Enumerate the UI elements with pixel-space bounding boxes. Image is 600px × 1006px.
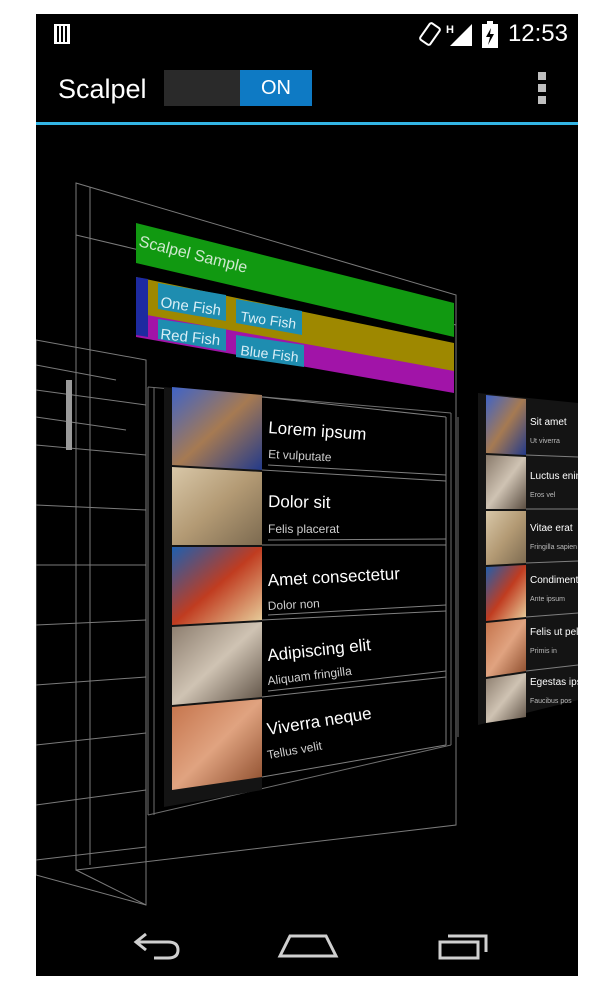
overflow-menu-icon[interactable] — [538, 72, 548, 106]
signal-icon: H — [446, 24, 472, 46]
status-icons: H — [54, 21, 498, 48]
recent-apps-button[interactable] — [424, 920, 504, 968]
list-item-title-1: Lorem ipsum — [268, 418, 367, 444]
action-bar: Scalpel ON — [36, 54, 578, 125]
svg-text:H: H — [446, 24, 454, 36]
main-list-layer: Lorem ipsum Et vulputate Dolor sit Felis… — [164, 387, 447, 807]
back-icon — [133, 932, 180, 960]
list-item-title-5: Viverra neque — [266, 704, 373, 739]
scalpel-3d-view[interactable]: Scalpel Sample One Fish Two Fish Red Fis… — [36, 125, 578, 915]
status-bar: H 12:53 — [36, 14, 578, 54]
list-item-title-2: Dolor sit — [268, 492, 331, 512]
side-item-title-6: Egestas ipsum — [530, 677, 578, 688]
battery-charging-icon — [482, 21, 498, 48]
screen-rotation-icon — [419, 22, 441, 46]
painting-thumbnail-3 — [172, 547, 262, 625]
list-item-subtitle-3: Dolor non — [267, 596, 320, 613]
phone-screen: H 12:53 Scalpel ON Scalpel Sample One Fi… — [36, 14, 578, 976]
painting-thumbnail-1 — [172, 387, 262, 470]
list-item-title-4: Adipiscing elit — [266, 635, 372, 665]
side-item-title-2: Luctus enim — [530, 471, 578, 482]
home-icon — [277, 934, 339, 958]
side-item-title-3: Vitae erat — [530, 523, 573, 534]
side-item-title-5: Felis ut pellent — [530, 627, 578, 638]
side-item-subtitle-1: Ut viverra — [530, 438, 560, 445]
side-item-subtitle-6: Faucibus pos — [530, 698, 572, 705]
navigation-bar — [36, 910, 578, 976]
scene-canvas[interactable]: Scalpel Sample One Fish Two Fish Red Fis… — [36, 125, 578, 915]
clock: 12:53 — [507, 20, 568, 47]
recent-apps-icon — [438, 934, 488, 960]
back-button[interactable] — [116, 920, 196, 968]
home-button[interactable] — [268, 920, 348, 968]
side-list-layer: Sit amet Ut viverra Luctus enim Eros vel… — [478, 393, 578, 725]
list-item-subtitle-4: Aliquam fringilla — [267, 664, 353, 688]
painting-thumbnail-2 — [172, 467, 262, 545]
app-title: Scalpel — [58, 74, 147, 104]
side-item-title-4: Condimentum — [530, 575, 578, 586]
side-item-subtitle-5: Primis in — [530, 648, 557, 655]
sample-header-layers: Scalpel Sample One Fish Two Fish Red Fis… — [136, 223, 454, 393]
list-item-subtitle-5: Tellus velit — [266, 738, 324, 762]
sim-card-icon — [54, 24, 70, 44]
toggle-on-label: ON — [240, 70, 312, 106]
scalpel-toggle-switch[interactable]: ON — [164, 70, 312, 106]
side-item-subtitle-4: Ante ipsum — [530, 596, 565, 603]
list-item-subtitle-1: Et vulputate — [268, 447, 332, 464]
list-item-subtitle-2: Felis placerat — [268, 522, 340, 536]
painting-thumbnail-5 — [172, 699, 262, 790]
side-item-subtitle-2: Eros vel — [530, 492, 556, 499]
side-item-title-1: Sit amet — [530, 417, 567, 428]
side-item-subtitle-3: Fringilla sapien — [530, 544, 577, 551]
painting-thumbnail-4 — [172, 622, 262, 705]
list-item-title-3: Amet consectetur — [267, 564, 400, 590]
